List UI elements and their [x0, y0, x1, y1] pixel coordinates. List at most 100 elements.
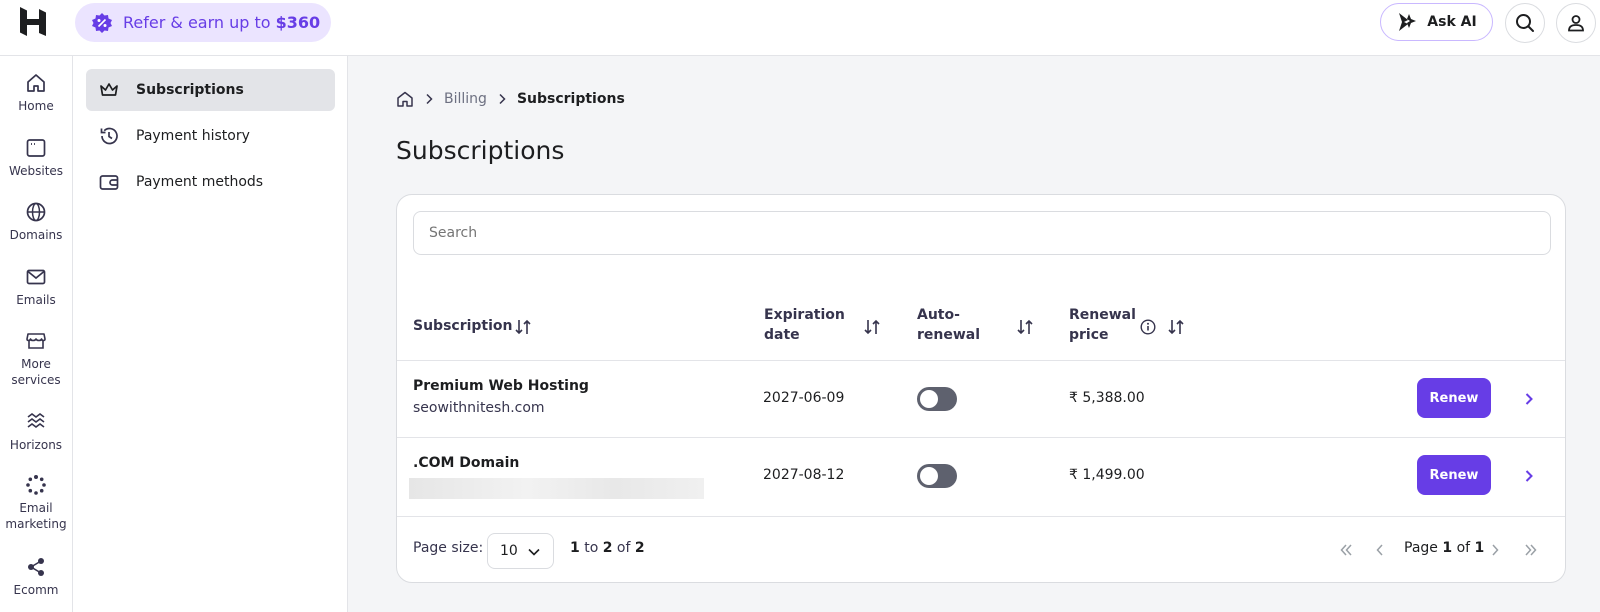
- page-total: 1: [1474, 540, 1485, 556]
- search-input[interactable]: [413, 211, 1551, 255]
- subnav-item-payment-history[interactable]: Payment history: [86, 115, 335, 157]
- breadcrumb-billing[interactable]: Billing: [444, 91, 487, 107]
- refer-text: Refer & earn up to: [123, 13, 271, 32]
- crown-icon: [100, 83, 118, 96]
- subnav-item-payment-methods[interactable]: Payment methods: [86, 161, 335, 203]
- subscription-name: Premium Web Hosting: [413, 378, 589, 394]
- browser-window-icon: [26, 139, 46, 157]
- ask-ai-button[interactable]: Ask AI: [1380, 3, 1493, 41]
- header-renewal-price: Renewal price: [1069, 305, 1136, 345]
- renewal-price: ₹ 1,499.00: [1069, 467, 1145, 483]
- chevron-right-icon: [424, 93, 434, 105]
- range-of-word: of: [616, 540, 631, 556]
- range-info: 1 to 2 of 2: [570, 540, 645, 556]
- rail-item-horizons[interactable]: Horizons: [0, 411, 72, 453]
- sort-icon[interactable]: [863, 318, 881, 336]
- page-of-word: of: [1456, 540, 1471, 556]
- chevron-right-icon[interactable]: [1523, 468, 1535, 484]
- rail-label: Websites: [8, 164, 64, 178]
- share-nodes-icon: [28, 558, 44, 576]
- breadcrumb-current: Subscriptions: [516, 91, 625, 107]
- rail-label: Emails: [16, 293, 56, 307]
- refer-amount: $360: [275, 13, 321, 32]
- home-icon: [27, 74, 45, 92]
- table-row[interactable]: Premium Web Hosting seowithnitesh.com 20…: [397, 360, 1565, 437]
- table-footer: Page size: 10 1 to 2 of 2 Page 1 of 1: [397, 516, 1565, 582]
- expiration-date: 2027-06-09: [763, 390, 845, 406]
- expiration-date: 2027-08-12: [763, 467, 845, 483]
- page-current: 1: [1442, 540, 1453, 556]
- subscriptions-card: Subscription Expiration date Auto-renewal…: [396, 194, 1566, 583]
- history-icon: [100, 127, 118, 145]
- header-expiration-line2: date: [764, 327, 800, 343]
- rail-item-email-marketing[interactable]: Email marketing: [0, 474, 72, 532]
- rail-item-home[interactable]: Home: [0, 72, 72, 114]
- subnav-label: Payment methods: [136, 174, 264, 190]
- search-icon: [1516, 14, 1534, 32]
- chevron-down-icon: [528, 548, 540, 556]
- info-icon[interactable]: [1140, 319, 1156, 335]
- page-size-select[interactable]: 10: [487, 533, 554, 569]
- globe-icon: [26, 202, 46, 222]
- auto-renewal-toggle[interactable]: [917, 387, 957, 411]
- header-price-line2: price: [1069, 327, 1109, 343]
- header-auto-line1: Auto-: [917, 307, 960, 323]
- sort-icon[interactable]: [1016, 318, 1034, 336]
- sort-icon[interactable]: [1167, 318, 1185, 336]
- store-icon: [26, 333, 46, 349]
- rail-item-ecomm[interactable]: Ecomm: [0, 556, 72, 598]
- subnav-item-subscriptions[interactable]: Subscriptions: [86, 69, 335, 111]
- range-from: 1: [570, 540, 580, 556]
- hostinger-logo[interactable]: [16, 5, 50, 39]
- header-expiration-line1: Expiration: [764, 307, 845, 323]
- page-size-value: 10: [500, 543, 518, 559]
- renewal-price: ₹ 5,388.00: [1069, 390, 1145, 406]
- rail-label: Home: [18, 99, 54, 113]
- rail-label: Horizons: [9, 438, 63, 452]
- home-icon[interactable]: [396, 90, 414, 108]
- ask-ai-label: Ask AI: [1427, 14, 1477, 30]
- sort-icon[interactable]: [514, 318, 532, 336]
- page-title: Subscriptions: [396, 136, 565, 165]
- next-page-icon[interactable]: [1487, 542, 1503, 558]
- header-expiration: Expiration date: [764, 305, 845, 345]
- user-icon: [1568, 15, 1584, 32]
- previous-page-icon[interactable]: [1372, 542, 1388, 558]
- rail-label: Ecomm: [13, 583, 59, 597]
- auto-renewal-toggle[interactable]: [917, 464, 957, 488]
- range-to-word: to: [584, 540, 599, 556]
- renew-button[interactable]: Renew: [1417, 378, 1491, 418]
- renew-button[interactable]: Renew: [1417, 455, 1491, 495]
- rail-item-domains[interactable]: Domains: [0, 201, 72, 243]
- header-auto-renewal: Auto-renewal: [917, 305, 980, 345]
- range-total: 2: [634, 540, 645, 556]
- account-button[interactable]: [1556, 3, 1596, 43]
- page-word: Page: [1404, 540, 1438, 556]
- table-row[interactable]: .COM Domain 2027-08-12 ₹ 1,499.00 Renew: [397, 437, 1565, 514]
- chevron-right-icon[interactable]: [1523, 391, 1535, 407]
- wallet-icon: [99, 175, 119, 190]
- subscription-name: .COM Domain: [413, 455, 520, 471]
- range-to: 2: [602, 540, 613, 556]
- chevron-right-icon: [497, 93, 507, 105]
- rail-label: Email marketing: [5, 501, 67, 531]
- rail-label: Domains: [9, 228, 63, 242]
- redacted-domain: [409, 478, 704, 499]
- rail-label: More services: [11, 357, 61, 387]
- page-info: Page 1 of 1: [1404, 540, 1484, 556]
- rail-item-more-services[interactable]: More services: [2, 330, 70, 388]
- mail-icon: [26, 269, 46, 285]
- top-bar: Refer & earn up to $360 Ask AI: [0, 0, 1600, 56]
- search-button[interactable]: [1505, 3, 1545, 43]
- rail-item-emails[interactable]: Emails: [0, 266, 72, 308]
- left-rail: Home Websites Domains Emails More servic…: [0, 56, 73, 612]
- header-subscription: Subscription: [413, 318, 513, 334]
- waves-icon: [27, 413, 45, 428]
- last-page-icon[interactable]: [1523, 542, 1539, 558]
- refer-earn-banner[interactable]: Refer & earn up to $360: [75, 3, 331, 42]
- rail-item-websites[interactable]: Websites: [0, 137, 72, 179]
- first-page-icon[interactable]: [1338, 542, 1354, 558]
- subscription-domain: seowithnitesh.com: [413, 400, 545, 416]
- breadcrumb: Billing Subscriptions: [396, 88, 625, 110]
- header-auto-line2: renewal: [917, 327, 981, 343]
